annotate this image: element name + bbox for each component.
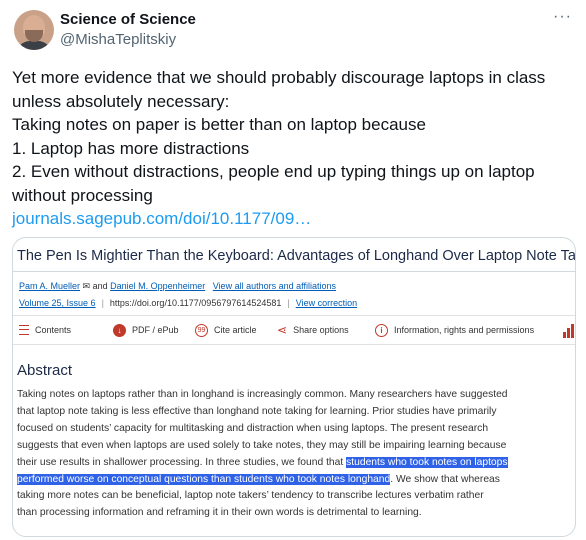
tweet-line: Yet more evidence that we should probabl… xyxy=(12,68,546,87)
highlighted-text[interactable]: performed worse on conceptual questions … xyxy=(17,473,391,485)
mail-icon: ✉ xyxy=(82,281,91,291)
pdf-label: PDF / ePub xyxy=(132,325,179,335)
abstract-text: Taking notes on laptops rather than in l… xyxy=(17,387,573,522)
pdf-epub-button[interactable]: ↓ PDF / ePub xyxy=(113,316,179,344)
cite-article-button[interactable]: 99 Cite article xyxy=(195,316,257,344)
tweet-link[interactable]: journals.sagepub.com/doi/10.1177/09… xyxy=(12,207,574,231)
article-meta: Volume 25, Issue 6 | https://doi.org/10.11… xyxy=(19,298,357,308)
info-label: Information, rights and permissions xyxy=(394,325,535,335)
cite-label: Cite article xyxy=(214,325,257,335)
tweet-text: Yet more evidence that we should probabl… xyxy=(12,66,574,231)
view-all-authors-link[interactable]: View all authors and affiliations xyxy=(213,281,336,291)
more-horizontal-icon[interactable]: ··· xyxy=(553,8,572,26)
highlighted-text[interactable]: students who took notes on laptops xyxy=(346,456,508,468)
abstract-line: their use results in shallower processin… xyxy=(17,455,573,472)
abstract-line: Taking notes on laptops rather than in l… xyxy=(17,389,508,400)
tweet-line: 1. Laptop has more distractions xyxy=(12,138,250,158)
separator: | xyxy=(287,298,290,308)
share-label: Share options xyxy=(293,325,349,335)
abstract-line: taking more notes can be beneficial, lap… xyxy=(17,490,484,502)
metrics-icon[interactable] xyxy=(563,324,575,338)
tweet-line: Taking notes on paper is better than on … xyxy=(12,115,426,134)
tweet-line: unless absolutely necessary: xyxy=(12,91,230,111)
avatar[interactable] xyxy=(14,10,54,50)
tweet-line: without processing xyxy=(12,185,153,205)
view-correction-link[interactable]: View correction xyxy=(296,298,357,308)
author-link-mueller[interactable]: Pam A. Mueller xyxy=(19,281,80,291)
abstract-line: that laptop note taking is less effectiv… xyxy=(17,405,497,417)
tweet: Science of Science @MishaTeplitskiy ··· … xyxy=(0,0,586,540)
quote-icon: 99 xyxy=(195,323,208,337)
article-toolbar: Contents ↓ PDF / ePub 99 Cite article ⋖ … xyxy=(13,315,575,345)
separator: | xyxy=(101,298,104,308)
abstract-line: suggests that even when laptops are used… xyxy=(17,439,507,451)
avatar-beard xyxy=(25,30,43,42)
article-screenshot-card[interactable]: The Pen Is Mightier Than the Keyboard: A… xyxy=(12,237,576,537)
doi-text: https://doi.org/10.1177/0956797614524581 xyxy=(109,298,282,308)
avatar-shirt xyxy=(16,41,52,50)
share-options-button[interactable]: ⋖ Share options xyxy=(277,316,349,344)
contents-icon xyxy=(19,325,29,335)
abstract-heading: Abstract xyxy=(17,362,73,379)
share-icon: ⋖ xyxy=(277,323,288,337)
article-authors: Pam A. Mueller ✉ and Daniel M. Oppenheim… xyxy=(19,281,336,292)
abstract-line: than processing information and reframin… xyxy=(17,507,422,519)
author-handle[interactable]: @MishaTeplitskiy xyxy=(60,31,176,48)
author-link-oppenheimer[interactable]: Daniel M. Oppenheimer xyxy=(110,281,205,291)
tweet-line: 2. Even without distractions, people end… xyxy=(12,162,535,181)
title-divider xyxy=(13,271,575,272)
abstract-text-segment: . We show that whereas xyxy=(390,473,500,485)
contents-label: Contents xyxy=(35,325,72,335)
contents-button[interactable]: Contents xyxy=(19,316,71,344)
abstract-text-segment: their use results in shallower processin… xyxy=(17,456,347,468)
abstract-line: performed worse on conceptual questions … xyxy=(17,472,573,489)
info-icon: i xyxy=(375,323,388,337)
volume-issue-link[interactable]: Volume 25, Issue 6 xyxy=(19,298,96,308)
information-rights-button[interactable]: i Information, rights and permissions xyxy=(375,316,534,344)
download-icon: ↓ xyxy=(113,323,126,337)
abstract-line: focused on students’ capacity for multit… xyxy=(17,422,489,434)
article-title: The Pen Is Mightier Than the Keyboard: A… xyxy=(17,248,576,264)
author-display-name[interactable]: Science of Science xyxy=(60,11,196,28)
authors-and-text: and xyxy=(92,281,108,291)
